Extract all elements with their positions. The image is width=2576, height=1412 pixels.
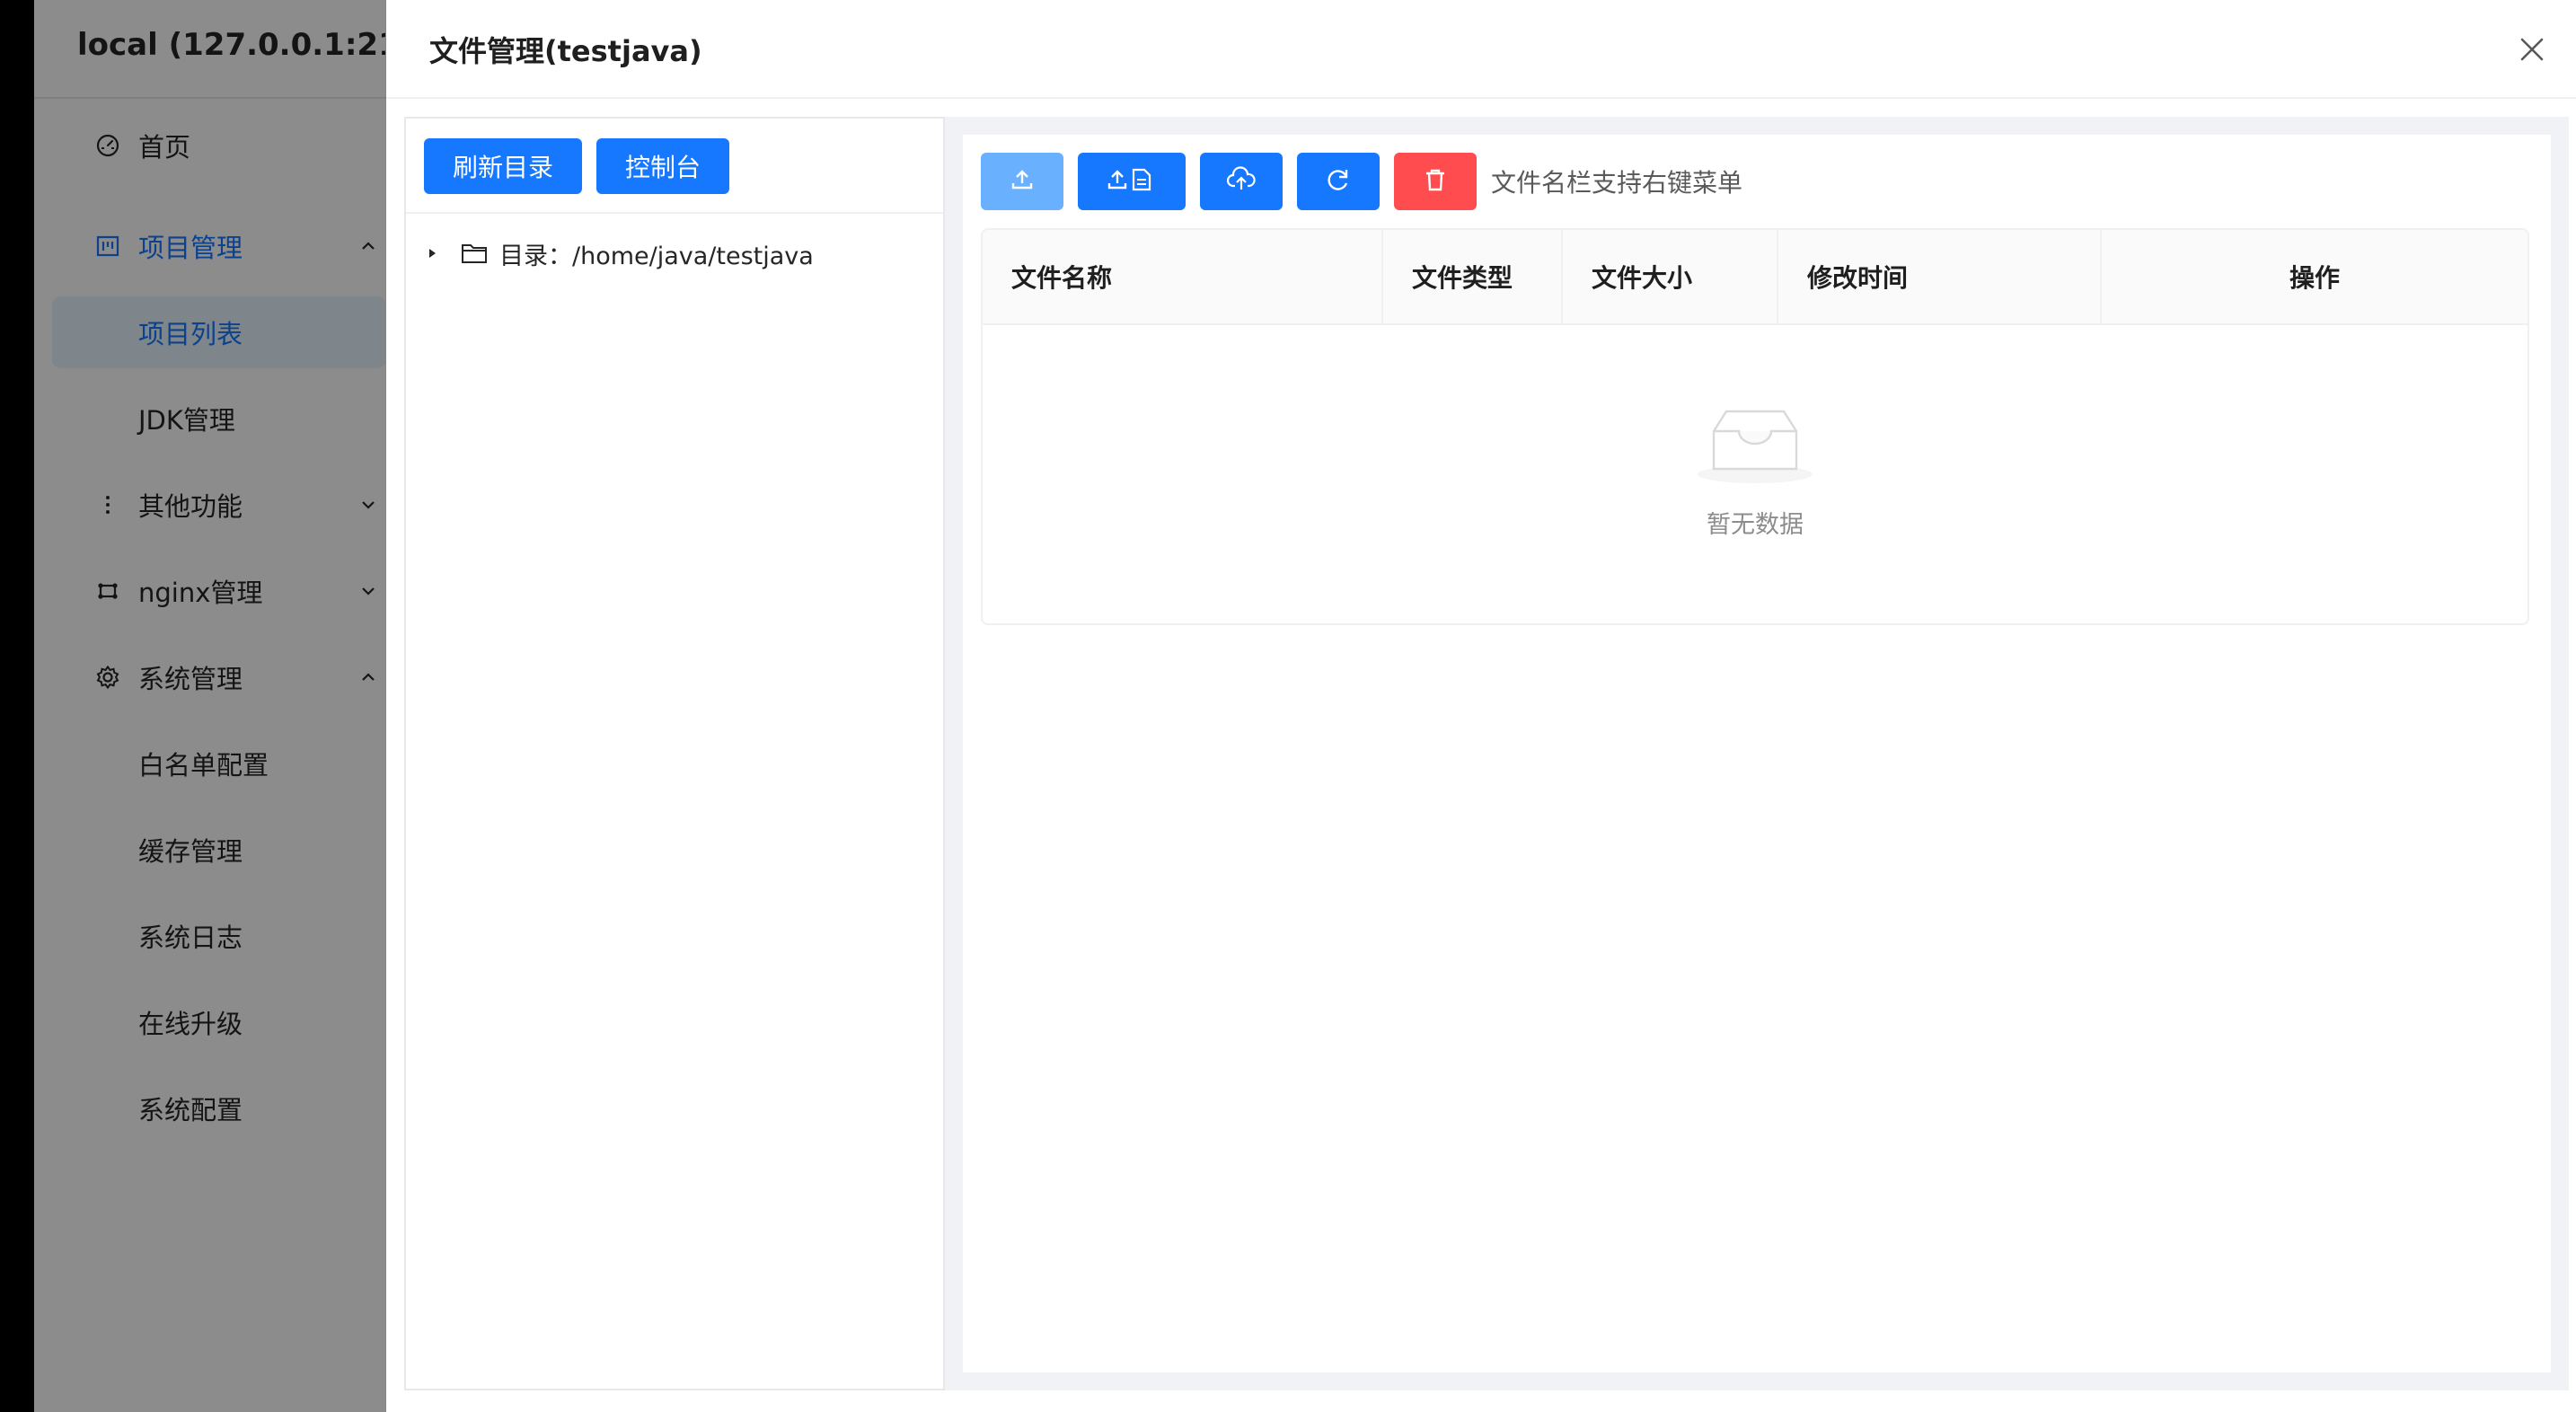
reload-icon xyxy=(1325,166,1352,197)
column-header-type[interactable]: 文件类型 xyxy=(1381,230,1561,323)
tree-node-label: 目录：/home/java/testjava xyxy=(499,242,814,270)
refresh-directory-button[interactable]: 刷新目录 xyxy=(424,138,582,194)
upload-icon xyxy=(1009,166,1036,197)
file-list-panel: 文件名栏支持右键菜单 文件名称 文件类型 文件大小 修改时间 操作 暂无数据 xyxy=(963,135,2551,1372)
empty-text: 暂无数据 xyxy=(1707,511,1804,539)
column-header-modified[interactable]: 修改时间 xyxy=(1777,230,2100,323)
close-icon[interactable] xyxy=(2515,32,2549,66)
file-table: 文件名称 文件类型 文件大小 修改时间 操作 暂无数据 xyxy=(981,228,2529,625)
file-manager-drawer: 文件管理(testjava) 刷新目录 控制台 目录：/home/java/te… xyxy=(386,0,2576,1412)
upload-file-icon xyxy=(1107,166,1157,197)
upload-button[interactable] xyxy=(981,153,1063,210)
upload-file-button[interactable] xyxy=(1078,153,1186,210)
delete-icon xyxy=(1422,166,1449,197)
tree-node-root[interactable]: 目录：/home/java/testjava xyxy=(419,234,814,273)
cloud-upload-button[interactable] xyxy=(1200,153,1283,210)
caret-right-icon[interactable] xyxy=(419,240,446,267)
column-header-actions: 操作 xyxy=(2100,230,2527,323)
column-header-size[interactable]: 文件大小 xyxy=(1561,230,1777,323)
directory-tree-panel: 刷新目录 控制台 目录：/home/java/testjava xyxy=(404,117,945,1390)
table-header: 文件名称 文件类型 文件大小 修改时间 操作 xyxy=(983,230,2527,325)
console-button[interactable]: 控制台 xyxy=(596,138,729,194)
drawer-body: 刷新目录 控制台 目录：/home/java/testjava 文件名栏支持右键… xyxy=(386,99,2576,1412)
cloud-upload-icon xyxy=(1226,166,1256,197)
drawer-header: 文件管理(testjava) xyxy=(386,0,2576,99)
empty-state: 暂无数据 xyxy=(983,325,2527,623)
tree-toolbar: 刷新目录 控制台 xyxy=(406,119,943,214)
column-header-name[interactable]: 文件名称 xyxy=(983,230,1381,323)
toolbar-hint: 文件名栏支持右键菜单 xyxy=(1491,168,1743,198)
empty-inbox-icon xyxy=(1689,404,1822,485)
reload-button[interactable] xyxy=(1297,153,1380,210)
delete-button[interactable] xyxy=(1394,153,1477,210)
folder-icon xyxy=(458,239,490,268)
drawer-title: 文件管理(testjava) xyxy=(429,34,702,68)
